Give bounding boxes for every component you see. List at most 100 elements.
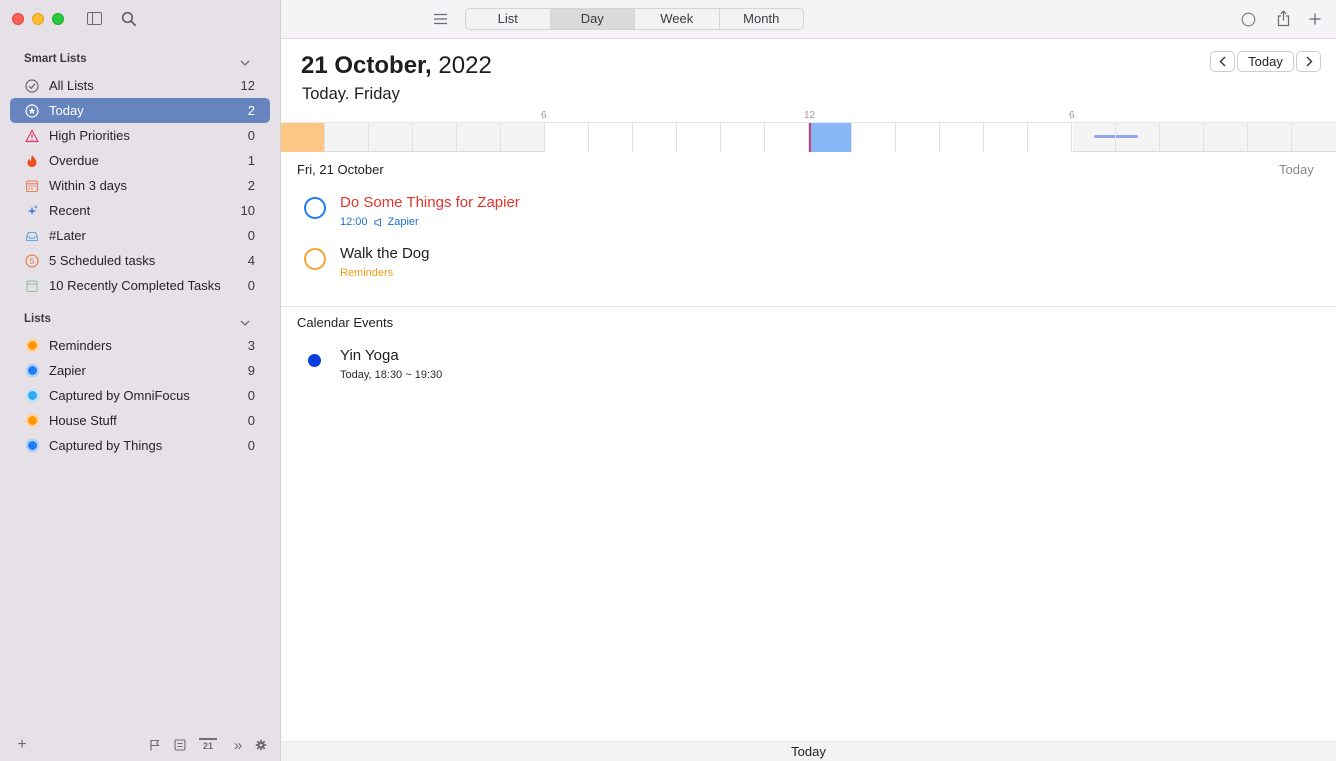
timeline-tick-label: 6 [1069, 110, 1075, 121]
more-options-button[interactable]: » [229, 736, 247, 754]
task-title[interactable]: Do Some Things for Zapier [340, 194, 520, 211]
share-icon[interactable] [1275, 9, 1291, 27]
zoom-window-button[interactable] [52, 13, 64, 25]
smart-list-today[interactable]: Today 2 [10, 98, 270, 123]
smart-list-later[interactable]: #Later 0 [10, 223, 270, 248]
list-label: House Stuff [49, 413, 117, 428]
event-title[interactable]: Yin Yoga [340, 347, 399, 364]
lists-header: Lists [24, 313, 51, 325]
task-title[interactable]: Walk the Dog [340, 245, 429, 262]
timeline-strip [281, 122, 1336, 152]
list-color-dot [25, 414, 39, 428]
smart-list-label: #Later [49, 228, 86, 243]
timeline-tick-label: 12 [804, 110, 816, 121]
date-navigation: Today [1210, 51, 1321, 72]
smart-lists-header: Smart Lists [24, 53, 87, 65]
list-item-captured-by-things[interactable]: Captured by Things 0 [10, 433, 270, 458]
list-count: 0 [247, 438, 255, 453]
smart-list-count: 0 [247, 228, 255, 243]
task-meta: Reminders [340, 267, 393, 279]
footer-today-label[interactable]: Today [281, 741, 1336, 761]
next-day-button[interactable] [1296, 51, 1321, 72]
smart-list-count: 2 [247, 103, 255, 118]
minimize-window-button[interactable] [32, 13, 44, 25]
list-color-dot [25, 439, 39, 453]
gear-icon[interactable] [254, 736, 268, 754]
timeline-hour-divider [281, 123, 1293, 152]
toolbar: List Day Week Month [281, 0, 1336, 39]
smart-list-label: Within 3 days [49, 178, 128, 193]
task-time: 12:00 [340, 216, 368, 228]
add-task-icon[interactable] [1308, 11, 1322, 27]
smart-list-count: 0 [247, 278, 255, 293]
day-timeline[interactable]: 6 12 6 [281, 110, 1336, 155]
list-label: Reminders [49, 338, 112, 353]
tab-list[interactable]: List [466, 9, 551, 29]
smart-list-label: 5 Scheduled tasks [49, 253, 156, 268]
smart-list-count: 10 [240, 203, 255, 218]
tab-month[interactable]: Month [720, 9, 804, 29]
smart-list-10-recently-completed[interactable]: 10 Recently Completed Tasks 0 [10, 273, 270, 298]
flag-icon[interactable] [147, 736, 161, 754]
add-list-button[interactable]: + [14, 736, 30, 754]
page-title-year: 2022 [431, 52, 492, 79]
chevron-down-icon[interactable] [240, 318, 250, 328]
tab-week[interactable]: Week [635, 9, 720, 29]
search-icon[interactable] [121, 11, 137, 27]
smart-list-all-lists[interactable]: All Lists 12 [10, 73, 270, 98]
view-mode-segmented-control: List Day Week Month [465, 8, 804, 30]
list-item-captured-by-omnifocus[interactable]: Captured by OmniFocus 0 [10, 383, 270, 408]
svg-text:5: 5 [30, 256, 35, 266]
list-count: 3 [247, 338, 255, 353]
calendar-day-button[interactable]: 21 [199, 738, 217, 752]
tab-day[interactable]: Day [550, 9, 635, 29]
task-complete-checkbox[interactable] [304, 197, 326, 219]
page-title-date: 21 October, [301, 52, 432, 79]
page-subtitle: Today. Friday [302, 85, 400, 103]
smart-list-count: 12 [240, 78, 255, 93]
chevron-right-icon [1306, 56, 1312, 67]
smart-list-5-scheduled-tasks[interactable]: 5 5 Scheduled tasks 4 [10, 248, 270, 273]
smart-list-count: 0 [247, 128, 255, 143]
event-color-dot [308, 354, 321, 367]
chevron-down-icon[interactable] [240, 58, 250, 68]
smart-list-overdue[interactable]: Overdue 1 [10, 148, 270, 173]
list-item-reminders[interactable]: Reminders 3 [10, 333, 270, 358]
smart-list-recent[interactable]: Recent 10 [10, 198, 270, 223]
list-color-dot [25, 389, 39, 403]
star-circle-icon [25, 103, 39, 118]
list-item-zapier[interactable]: Zapier 9 [10, 358, 270, 383]
smart-list-label: Overdue [49, 153, 99, 168]
list-count: 0 [247, 413, 255, 428]
sidebar-toggle-icon[interactable] [87, 12, 102, 25]
smart-list-label: High Priorities [49, 128, 130, 143]
smart-list-label: All Lists [49, 78, 94, 93]
chevron-left-icon [1219, 56, 1225, 67]
calendar-events-header: Calendar Events [297, 315, 394, 330]
task-complete-checkbox[interactable] [304, 248, 326, 270]
window-controls [12, 13, 64, 25]
smart-list-within-3-days[interactable]: Within 3 days 2 [10, 173, 270, 198]
list-item-house-stuff[interactable]: House Stuff 0 [10, 408, 270, 433]
circle-icon[interactable] [1240, 11, 1256, 27]
list-label: Captured by OmniFocus [49, 388, 190, 403]
close-window-button[interactable] [12, 13, 24, 25]
menu-icon[interactable] [433, 13, 448, 25]
tray-icon [25, 229, 39, 243]
previous-day-button[interactable] [1210, 51, 1235, 72]
list-count: 9 [247, 363, 255, 378]
smart-list-count: 1 [247, 153, 255, 168]
list-color-dot [25, 339, 39, 353]
smart-list-high-priorities[interactable]: High Priorities 0 [10, 123, 270, 148]
today-button[interactable]: Today [1237, 51, 1294, 72]
list-view-icon[interactable] [173, 736, 187, 754]
task-list-name: Reminders [340, 267, 394, 279]
smart-list-label: 10 Recently Completed Tasks [49, 278, 221, 293]
smart-list-label: Recent [49, 203, 91, 218]
checkmark-circle-icon [25, 78, 39, 93]
event-time: Today, 18:30 ~ 19:30 [340, 369, 443, 381]
smart-list-count: 2 [247, 178, 255, 193]
flame-icon [25, 154, 39, 168]
page-title: 21 October, 2022 [301, 52, 492, 80]
completed-tray-icon [25, 279, 39, 293]
